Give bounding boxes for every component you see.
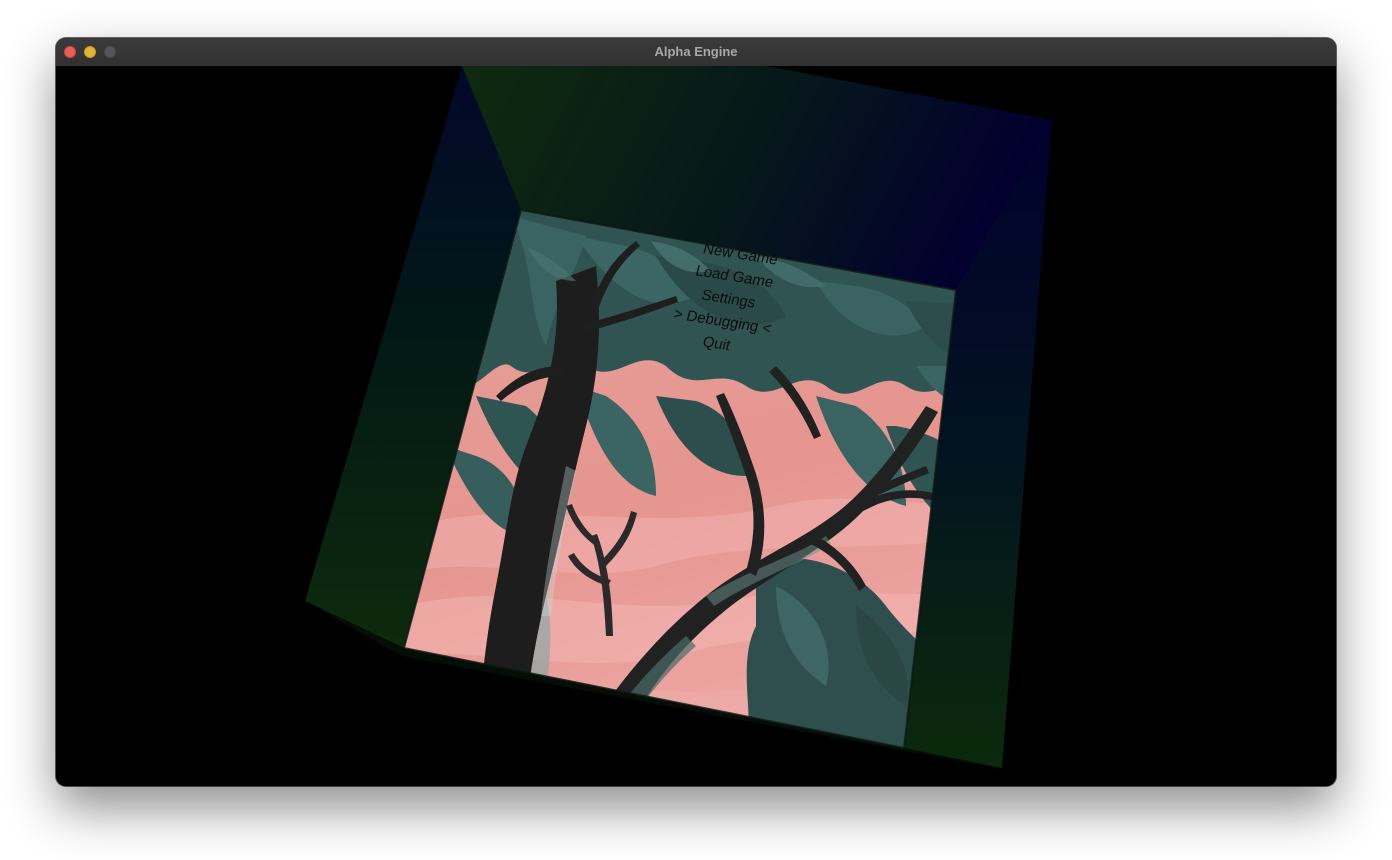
window-title: Alpha Engine: [654, 44, 738, 59]
title-bar[interactable]: Alpha Engine: [56, 38, 1336, 67]
app-window: Alpha Engine New Game Load Game Settings…: [56, 38, 1336, 786]
game-viewport[interactable]: New Game Load Game Settings > Debugging …: [56, 66, 1336, 786]
game-scene: New Game Load Game Settings > Debugging …: [305, 66, 1052, 768]
